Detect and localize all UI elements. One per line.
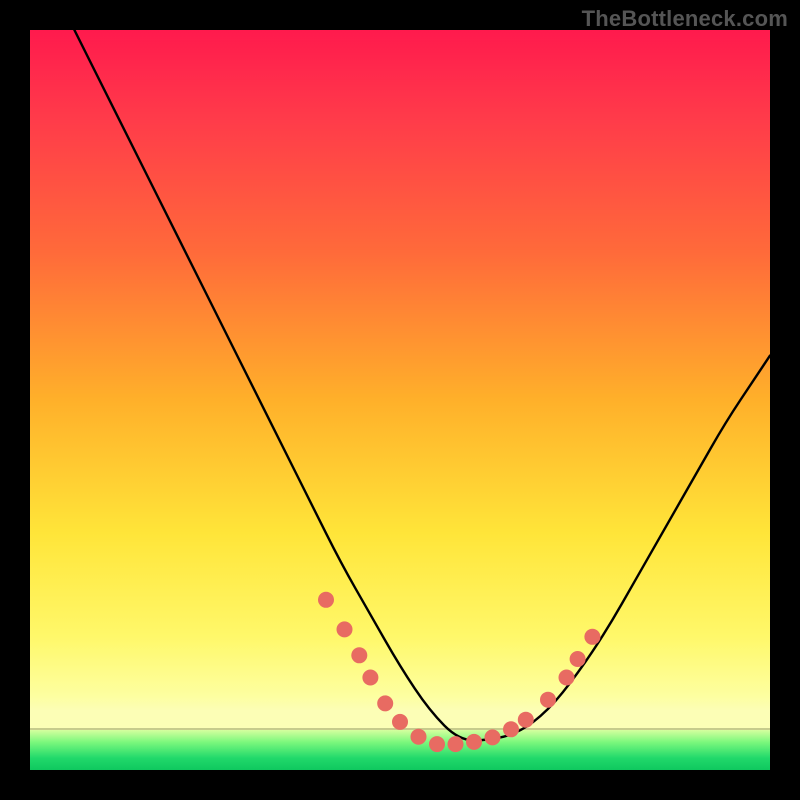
curve-marker [485,729,501,745]
curve-marker [503,721,519,737]
curve-marker [337,621,353,637]
curve-marker [351,647,367,663]
curve-marker [540,692,556,708]
curve-marker [518,712,534,728]
plot-area [30,30,770,770]
chart-frame: TheBottleneck.com [0,0,800,800]
curve-marker [377,695,393,711]
curve-marker [318,592,334,608]
watermark-text: TheBottleneck.com [582,6,788,32]
curve-marker [466,734,482,750]
curve-marker [429,736,445,752]
marker-group [318,592,600,752]
curve-marker [559,670,575,686]
curve-marker [362,670,378,686]
curve-marker [570,651,586,667]
curve-marker [411,729,427,745]
curve-marker [584,629,600,645]
curve-marker [392,714,408,730]
curve-marker [448,736,464,752]
chart-svg [30,30,770,770]
bottleneck-curve [74,30,770,740]
